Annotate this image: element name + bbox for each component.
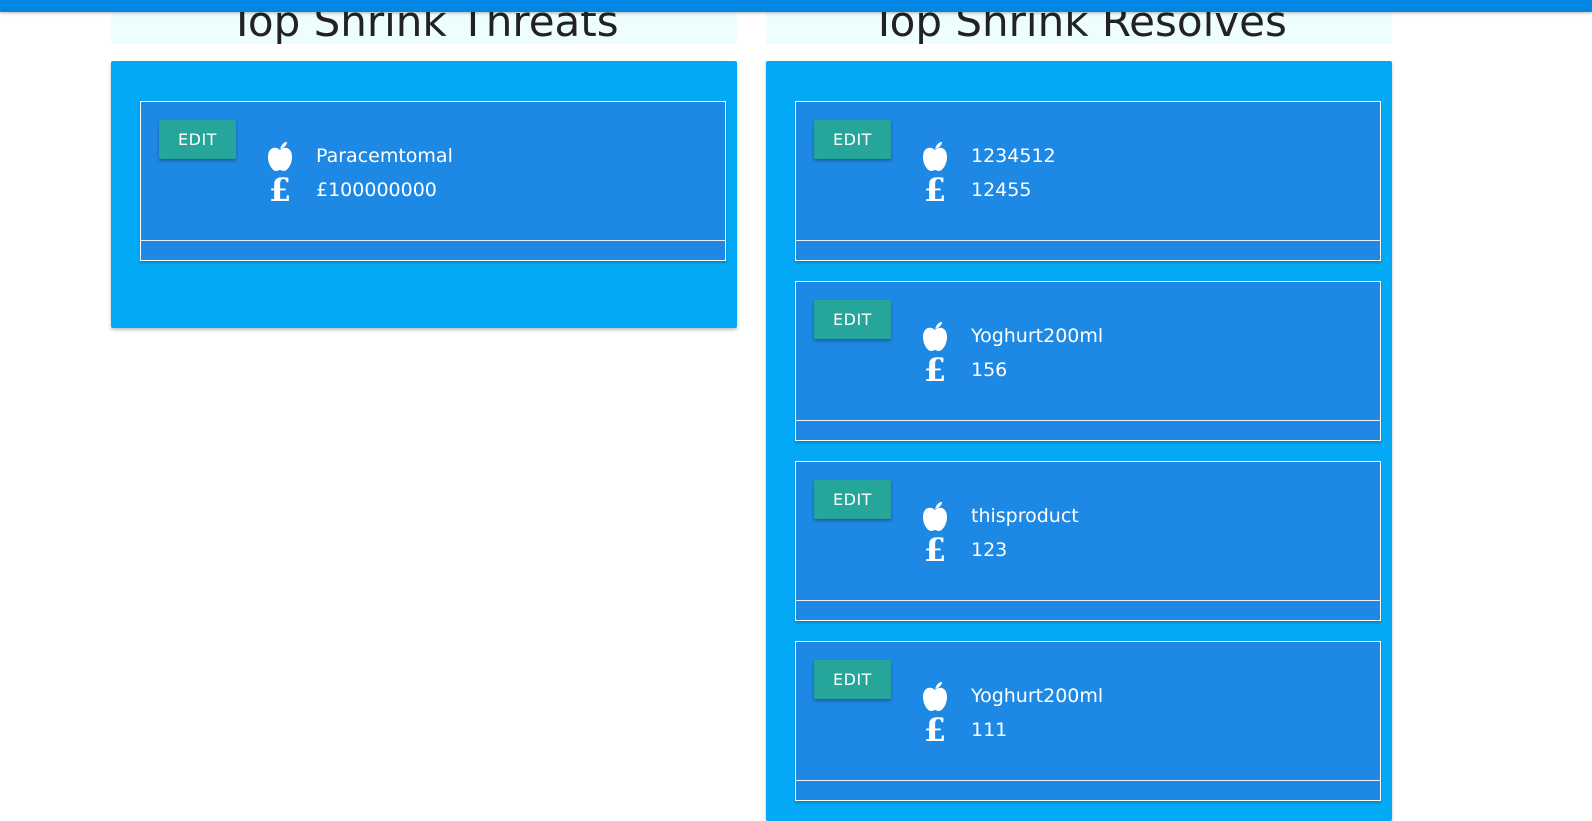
pound-icon: £: [923, 711, 947, 749]
product-row: thisproduct: [920, 500, 1079, 532]
resolve-card: EDIT 1234512 £ 12455: [795, 101, 1381, 261]
resolves-column: Top Shrink Resolves EDIT 1234512 £ 12455…: [766, 0, 1392, 821]
value-row: £ 111: [920, 714, 1007, 746]
resolve-card: EDIT Yoghurt200ml £ 111: [795, 641, 1381, 801]
card-divider: [141, 240, 725, 241]
product-name: 1234512: [971, 145, 1056, 167]
apple-icon: [920, 680, 950, 712]
value-row: £ 12455: [920, 171, 1032, 209]
product-name: Yoghurt200ml: [971, 685, 1104, 707]
apple-icon: [920, 320, 950, 352]
pound-icon: £: [268, 171, 292, 209]
apple-icon: [920, 140, 950, 172]
card-divider: [796, 780, 1380, 781]
edit-button[interactable]: EDIT: [814, 300, 891, 339]
product-value: 111: [971, 719, 1008, 741]
edit-button[interactable]: EDIT: [814, 480, 891, 519]
resolve-card: EDIT Yoghurt200ml £ 156: [795, 281, 1381, 441]
edit-button[interactable]: EDIT: [159, 120, 236, 159]
threats-panel: EDIT Paracemtomal £ £100000000: [111, 61, 737, 328]
product-row: Paracemtomal: [265, 140, 453, 172]
product-value: 123: [971, 539, 1008, 561]
product-row: Yoghurt200ml: [920, 320, 1103, 352]
product-row: Yoghurt200ml: [920, 680, 1103, 712]
product-name: thisproduct: [971, 505, 1079, 527]
product-value: 156: [971, 359, 1008, 381]
threat-card: EDIT Paracemtomal £ £100000000: [140, 101, 726, 261]
product-name: Paracemtomal: [316, 145, 453, 167]
resolve-card: EDIT thisproduct £ 123: [795, 461, 1381, 621]
edit-button[interactable]: EDIT: [814, 120, 891, 159]
card-divider: [796, 240, 1380, 241]
pound-icon: £: [923, 531, 947, 569]
card-divider: [796, 600, 1380, 601]
value-row: £ £100000000: [265, 174, 437, 206]
top-app-bar: [0, 0, 1592, 12]
product-name: Yoghurt200ml: [971, 325, 1104, 347]
product-value: £100000000: [316, 179, 437, 201]
value-row: £ 123: [920, 534, 1007, 566]
pound-icon: £: [923, 351, 947, 389]
resolves-panel: EDIT 1234512 £ 12455 EDIT Yoghurt200ml £…: [766, 61, 1392, 821]
threats-column: Top Shrink Threats EDIT Paracemtomal £ £…: [111, 0, 737, 328]
product-row: 1234512: [920, 140, 1056, 172]
card-divider: [796, 420, 1380, 421]
value-row: £ 156: [920, 354, 1007, 386]
edit-button[interactable]: EDIT: [814, 660, 891, 699]
apple-icon: [920, 500, 950, 532]
apple-icon: [265, 140, 295, 172]
pound-icon: £: [923, 171, 947, 209]
product-value: 12455: [971, 179, 1032, 201]
